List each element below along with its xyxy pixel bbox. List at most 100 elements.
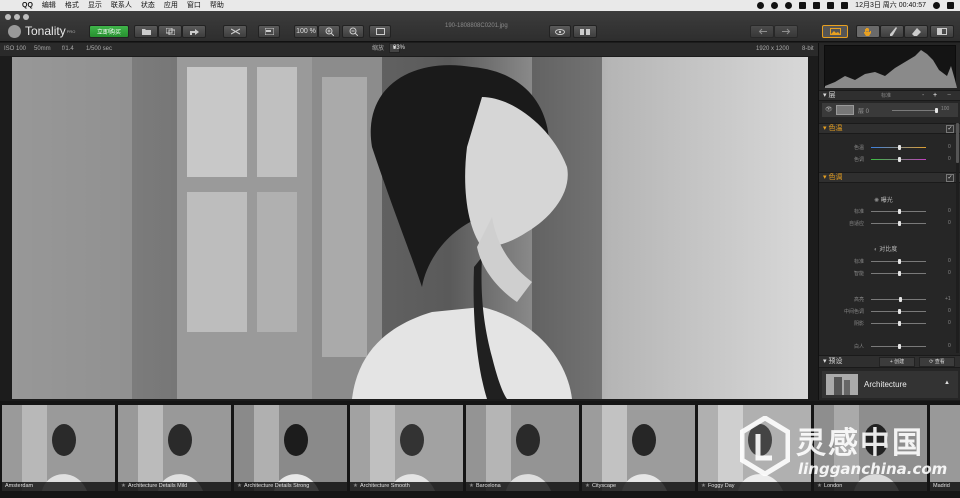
- preset-selector[interactable]: Architecture ▲: [822, 371, 958, 398]
- undo-arrow-icon: [758, 28, 767, 35]
- contrast-smart-knob[interactable]: [898, 271, 901, 276]
- tray-wifi-icon[interactable]: [799, 2, 807, 9]
- favorite-star-icon[interactable]: ★: [121, 483, 126, 489]
- open-file-button[interactable]: [134, 25, 158, 38]
- shadows-value: 0: [948, 320, 951, 326]
- share-icon: [189, 29, 199, 35]
- zoom-value-display[interactable]: 100 %: [294, 25, 318, 38]
- window-close-button[interactable]: [5, 14, 11, 20]
- menu-window[interactable]: 窗口: [187, 0, 201, 11]
- preset-thumb[interactable]: Amsterdam: [2, 405, 115, 491]
- share-button[interactable]: [182, 25, 206, 38]
- eraser-tool-button[interactable]: [904, 25, 928, 38]
- panel-scrollbar[interactable]: [956, 123, 959, 353]
- contrast-standard-knob[interactable]: [898, 259, 901, 264]
- layer-opacity-track[interactable]: [892, 110, 937, 111]
- tray-qq-icon[interactable]: [771, 2, 779, 9]
- preset-name: Foggy Day: [707, 483, 735, 489]
- preset-expand-arrow-icon[interactable]: ▲: [944, 380, 950, 386]
- copy-icon: [165, 28, 175, 35]
- preset-thumb[interactable]: ★ Architecture Details Mild: [118, 405, 231, 491]
- create-preset-button[interactable]: + 创建: [879, 357, 915, 367]
- preset-thumb[interactable]: ★ Cityscape: [582, 405, 695, 491]
- temperature-label: 色温: [853, 145, 864, 151]
- window-zoom-button[interactable]: [23, 14, 29, 20]
- browse-button[interactable]: [158, 25, 182, 38]
- undo-button[interactable]: [750, 25, 774, 38]
- tray-input-icon[interactable]: [827, 2, 835, 9]
- presets-title: 预设: [828, 358, 843, 365]
- spotlight-search-icon[interactable]: [933, 2, 940, 9]
- favorite-star-icon[interactable]: ★: [353, 483, 358, 489]
- favorite-star-icon[interactable]: ★: [469, 483, 474, 489]
- compare-button[interactable]: [258, 25, 280, 38]
- tray-app-icon[interactable]: [757, 2, 765, 9]
- layer-row[interactable]: 👁︎ 层 0 100: [822, 103, 958, 117]
- tonality-logo-icon: [8, 24, 21, 38]
- layer-delete-button[interactable]: −: [947, 91, 951, 101]
- tone-section-header[interactable]: ▾ 色调 ✓: [819, 172, 960, 183]
- split-view-button[interactable]: [573, 25, 597, 38]
- exposure-adaptive-knob[interactable]: [898, 221, 901, 226]
- layer-opacity-knob[interactable]: [935, 108, 938, 113]
- preview-eye-button[interactable]: [549, 25, 571, 38]
- menu-format[interactable]: 格式: [65, 0, 79, 11]
- preset-thumb[interactable]: ★ Architecture Details Strong: [234, 405, 347, 491]
- color-section-header[interactable]: ▾ 色温 ✓: [819, 123, 960, 134]
- fit-screen-button[interactable]: [369, 25, 391, 38]
- menu-app-name[interactable]: QQ: [22, 0, 33, 11]
- tray-volume-icon[interactable]: [813, 2, 821, 9]
- redo-button[interactable]: [774, 25, 798, 38]
- manage-presets-button[interactable]: ⟳ 查看: [919, 357, 955, 367]
- menu-status[interactable]: 状态: [141, 0, 155, 11]
- presets-view-button[interactable]: [822, 25, 848, 38]
- preset-thumb[interactable]: ★ Barcelona: [466, 405, 579, 491]
- shuffle-button[interactable]: [223, 25, 247, 38]
- main-toolbar: 190-1808808C0201.jpg Tonality PRO 立即购买 10…: [0, 11, 960, 42]
- zoom-in-button[interactable]: [318, 25, 340, 38]
- panel-scrollbar-thumb[interactable]: [956, 123, 959, 163]
- favorite-star-icon[interactable]: ★: [237, 483, 242, 489]
- menu-clock[interactable]: 12月3日 周六 00:40:57: [855, 0, 926, 11]
- brush-tool-button[interactable]: [880, 25, 904, 38]
- layers-section-header[interactable]: ▾ 层 标准 - + −: [819, 90, 960, 101]
- preset-thumb[interactable]: ★ Architecture Smooth: [350, 405, 463, 491]
- temperature-knob[interactable]: [898, 145, 901, 150]
- gradient-tool-button[interactable]: [930, 25, 954, 38]
- tone-section-toggle[interactable]: ✓: [946, 174, 954, 182]
- notification-list-icon[interactable]: [947, 2, 954, 9]
- layer-visibility-eye-icon[interactable]: 👁︎: [825, 106, 833, 113]
- menu-view[interactable]: 显示: [88, 0, 102, 11]
- tint-knob[interactable]: [898, 157, 901, 162]
- buy-now-button[interactable]: 立即购买: [89, 25, 129, 38]
- shadows-knob[interactable]: [898, 321, 901, 326]
- whites-knob[interactable]: [898, 344, 901, 349]
- manage-presets-label: 查看: [934, 359, 945, 365]
- blend-mode-select[interactable]: 标准: [881, 91, 891, 101]
- menu-apps[interactable]: 应用: [164, 0, 178, 11]
- presets-section-header[interactable]: ▾ 预设 + 创建 ⟳ 查看: [819, 355, 960, 368]
- brush-icon: [889, 27, 897, 36]
- menu-contacts[interactable]: 联系人: [111, 0, 132, 11]
- highlights-knob[interactable]: [899, 297, 902, 302]
- midtones-knob[interactable]: [898, 309, 901, 314]
- window-minimize-button[interactable]: [14, 14, 20, 20]
- tray-battery-icon[interactable]: [841, 2, 849, 9]
- layer-remove-button[interactable]: -: [922, 91, 924, 101]
- layer-name: 层 0: [858, 109, 870, 115]
- pan-tool-button[interactable]: [856, 25, 880, 38]
- exposure-standard-knob[interactable]: [898, 209, 901, 214]
- layer-add-button[interactable]: +: [933, 91, 937, 101]
- shutter-speed: 1/500 sec: [86, 46, 113, 52]
- whites-value: 0: [948, 343, 951, 349]
- favorite-star-icon[interactable]: ★: [701, 483, 706, 489]
- menu-help[interactable]: 帮助: [210, 0, 224, 11]
- zoom-out-button[interactable]: [342, 25, 364, 38]
- window-title: 190-1808808C0201.jpg: [445, 23, 508, 29]
- tray-sync-icon[interactable]: [785, 2, 793, 9]
- color-section-toggle[interactable]: ✓: [946, 125, 954, 133]
- main-photo-canvas[interactable]: [12, 57, 808, 399]
- preset-thumb-label: ★ Architecture Details Mild: [118, 482, 231, 491]
- favorite-star-icon[interactable]: ★: [585, 483, 590, 489]
- menu-edit[interactable]: 编辑: [42, 0, 56, 11]
